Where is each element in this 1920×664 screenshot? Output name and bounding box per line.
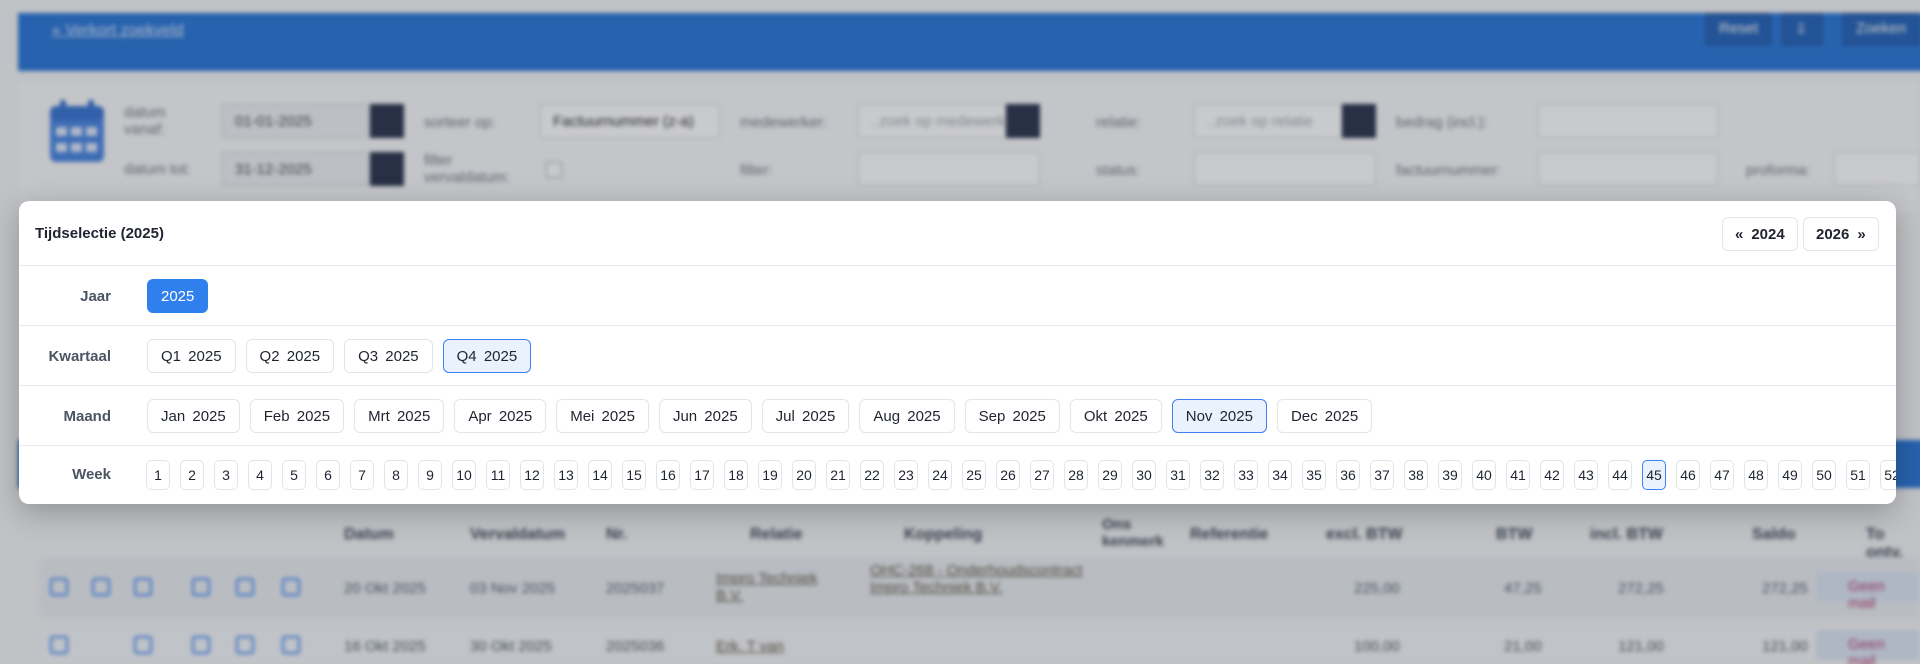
- week-chip-25[interactable]: 25: [962, 460, 986, 490]
- week-chip-17[interactable]: 17: [690, 460, 714, 490]
- chevrons-left-icon: «: [1735, 225, 1744, 243]
- week-chip-51[interactable]: 51: [1846, 460, 1870, 490]
- quarter-row-label: Kwartaal: [48, 348, 111, 365]
- week-chip-13[interactable]: 13: [554, 460, 578, 490]
- week-chip-28[interactable]: 28: [1064, 460, 1088, 490]
- year-row: Jaar 2025: [19, 266, 1896, 326]
- week-chip-7[interactable]: 7: [350, 460, 374, 490]
- month-chip-7[interactable]: Jul 2025: [761, 399, 850, 433]
- month-chip-11[interactable]: Nov 2025: [1171, 399, 1267, 433]
- week-chip-3[interactable]: 3: [214, 460, 238, 490]
- week-chip-14[interactable]: 14: [588, 460, 612, 490]
- week-chip-10[interactable]: 10: [452, 460, 476, 490]
- week-chip-36[interactable]: 36: [1336, 460, 1360, 490]
- quarter-chip-3[interactable]: Q3 2025: [344, 339, 433, 373]
- week-chip-34[interactable]: 34: [1268, 460, 1292, 490]
- quarter-row: Kwartaal Q1 2025 Q2 2025 Q3 2025 Q4 2025: [19, 326, 1896, 386]
- quarter-chip-2[interactable]: Q2 2025: [245, 339, 335, 373]
- week-chip-18[interactable]: 18: [724, 460, 748, 490]
- week-chip-33[interactable]: 33: [1234, 460, 1258, 490]
- week-chip-37[interactable]: 37: [1370, 460, 1394, 490]
- week-chip-5[interactable]: 5: [282, 460, 306, 490]
- time-selection-modal: Tijdselectie (2025) « 2024 2026 » Jaar 2…: [19, 201, 1896, 504]
- next-year-label: 2026: [1816, 225, 1850, 243]
- month-chip-10[interactable]: Okt 2025: [1069, 399, 1162, 433]
- week-chip-2[interactable]: 2: [180, 460, 204, 490]
- week-chip-12[interactable]: 12: [520, 460, 544, 490]
- week-chip-40[interactable]: 40: [1472, 460, 1496, 490]
- week-chip-43[interactable]: 43: [1574, 460, 1598, 490]
- week-chip-6[interactable]: 6: [316, 460, 340, 490]
- year-row-label: Jaar: [80, 288, 111, 305]
- week-chip-21[interactable]: 21: [826, 460, 850, 490]
- week-chip-24[interactable]: 24: [928, 460, 952, 490]
- previous-year-label: 2024: [1751, 225, 1785, 243]
- modal-title: Tijdselectie (2025): [35, 225, 164, 242]
- week-chip-26[interactable]: 26: [996, 460, 1020, 490]
- week-chip-39[interactable]: 39: [1438, 460, 1462, 490]
- week-chip-list: 1 2 3 4 5 6 7 8 9 10 11 12 13 14 15 16 17 18 19 20 21 22 23 24 2…: [146, 460, 1896, 490]
- previous-year-button[interactable]: « 2024: [1722, 217, 1798, 251]
- quarter-chip-list: Q1 2025 Q2 2025 Q3 2025 Q4 2025: [147, 339, 532, 373]
- quarter-chip-1[interactable]: Q1 2025: [147, 339, 236, 373]
- week-chip-49[interactable]: 49: [1778, 460, 1802, 490]
- month-chip-list: Jan 2025 Feb 2025 Mrt 2025 Apr 2025 Mei 2025…: [147, 399, 1373, 433]
- month-chip-2[interactable]: Feb 2025: [249, 399, 345, 433]
- week-chip-4[interactable]: 4: [248, 460, 272, 490]
- week-chip-31[interactable]: 31: [1166, 460, 1190, 490]
- week-chip-1[interactable]: 1: [146, 460, 170, 490]
- week-chip-46[interactable]: 46: [1676, 460, 1700, 490]
- week-chip-50[interactable]: 50: [1812, 460, 1836, 490]
- chevrons-right-icon: »: [1857, 225, 1866, 243]
- next-year-button[interactable]: 2026 »: [1803, 217, 1879, 251]
- week-chip-32[interactable]: 32: [1200, 460, 1224, 490]
- week-chip-30[interactable]: 30: [1132, 460, 1156, 490]
- week-chip-52[interactable]: 52: [1880, 460, 1896, 490]
- week-chip-23[interactable]: 23: [894, 460, 918, 490]
- month-chip-9[interactable]: Sep 2025: [964, 399, 1060, 433]
- week-chip-16[interactable]: 16: [656, 460, 680, 490]
- week-chip-20[interactable]: 20: [792, 460, 816, 490]
- month-row: Maand Jan 2025 Feb 2025 Mrt 2025 Apr 2025 Me…: [19, 386, 1896, 446]
- week-chip-11[interactable]: 11: [486, 460, 510, 490]
- month-chip-8[interactable]: Aug 2025: [859, 399, 955, 433]
- week-chip-35[interactable]: 35: [1302, 460, 1326, 490]
- week-row-label: Week: [72, 466, 111, 483]
- week-chip-15[interactable]: 15: [622, 460, 646, 490]
- year-chip-2025[interactable]: 2025: [147, 279, 209, 313]
- week-chip-44[interactable]: 44: [1608, 460, 1632, 490]
- month-row-label: Maand: [63, 408, 111, 425]
- week-chip-45[interactable]: 45: [1642, 460, 1666, 490]
- week-chip-19[interactable]: 19: [758, 460, 782, 490]
- week-chip-41[interactable]: 41: [1506, 460, 1530, 490]
- month-chip-4[interactable]: Apr 2025: [454, 399, 547, 433]
- month-chip-3[interactable]: Mrt 2025: [354, 399, 445, 433]
- week-chip-42[interactable]: 42: [1540, 460, 1564, 490]
- week-chip-8[interactable]: 8: [384, 460, 408, 490]
- week-chip-47[interactable]: 47: [1710, 460, 1734, 490]
- month-chip-12[interactable]: Dec 2025: [1276, 399, 1373, 433]
- month-chip-5[interactable]: Mei 2025: [556, 399, 649, 433]
- modal-header: Tijdselectie (2025) « 2024 2026 »: [19, 201, 1896, 266]
- week-chip-27[interactable]: 27: [1030, 460, 1054, 490]
- week-chip-48[interactable]: 48: [1744, 460, 1768, 490]
- month-chip-1[interactable]: Jan 2025: [147, 399, 240, 433]
- week-chip-29[interactable]: 29: [1098, 460, 1122, 490]
- week-chip-9[interactable]: 9: [418, 460, 442, 490]
- week-row: Week 1 2 3 4 5 6 7 8 9 10 11 12 13 14 15 16 17 18 19 20 21 22…: [19, 446, 1896, 504]
- quarter-chip-4[interactable]: Q4 2025: [442, 339, 532, 373]
- week-chip-22[interactable]: 22: [860, 460, 884, 490]
- month-chip-6[interactable]: Jun 2025: [658, 399, 752, 433]
- week-chip-38[interactable]: 38: [1404, 460, 1428, 490]
